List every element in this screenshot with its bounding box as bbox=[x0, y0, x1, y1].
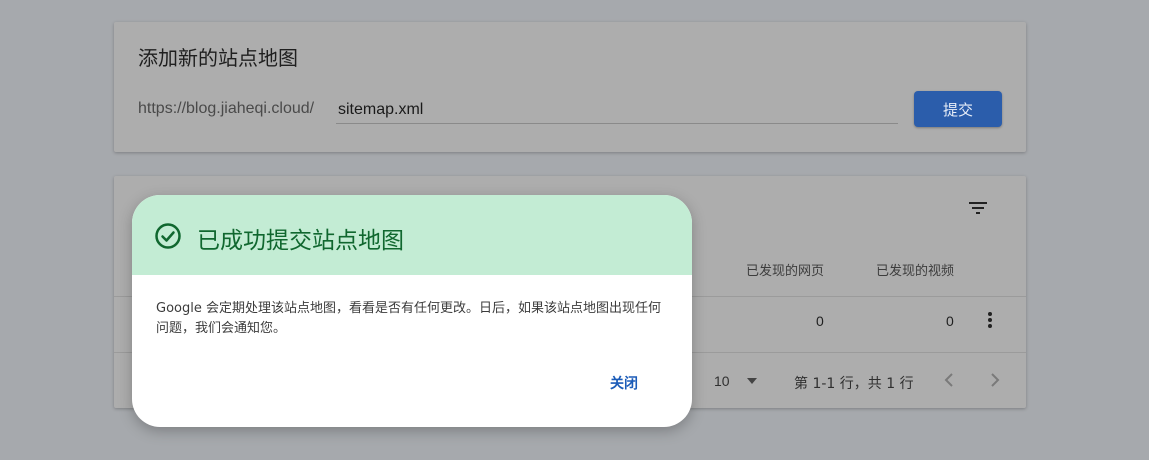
more-vert-icon[interactable] bbox=[980, 308, 1000, 332]
add-sitemap-title: 添加新的站点地图 bbox=[138, 48, 298, 70]
add-sitemap-card: 添加新的站点地图 https://blog.jiaheqi.cloud/ 提交 bbox=[114, 22, 1026, 152]
dropdown-arrow-icon[interactable] bbox=[746, 376, 758, 386]
column-header-videos[interactable]: 已发现的视频 bbox=[876, 260, 954, 279]
check-circle-icon bbox=[155, 223, 181, 249]
column-header-pages[interactable]: 已发现的网页 bbox=[746, 260, 824, 279]
cell-videos: 0 bbox=[946, 313, 954, 329]
dialog-message: Google 会定期处理该站点地图，看看是否有任何更改。日后，如果该站点地图出现… bbox=[156, 301, 661, 336]
success-dialog: 已成功提交站点地图 Google 会定期处理该站点地图，看看是否有任何更改。日后… bbox=[132, 195, 692, 427]
chevron-left-icon[interactable] bbox=[940, 370, 960, 390]
dialog-title: 已成功提交站点地图 bbox=[197, 228, 404, 254]
filter-icon[interactable] bbox=[966, 196, 990, 220]
sitemap-url-input[interactable] bbox=[336, 96, 898, 123]
cell-pages: 0 bbox=[816, 313, 824, 329]
rows-per-page-select[interactable]: 10 bbox=[714, 373, 730, 389]
submit-button[interactable]: 提交 bbox=[914, 91, 1002, 127]
dialog-header: 已成功提交站点地图 bbox=[132, 195, 692, 275]
sitemap-url-prefix: https://blog.jiaheqi.cloud/ bbox=[138, 100, 315, 117]
chevron-right-icon[interactable] bbox=[984, 370, 1004, 390]
sitemap-url-field[interactable] bbox=[336, 96, 898, 124]
close-button[interactable]: 关闭 bbox=[610, 373, 638, 393]
pagination-range: 第 1-1 行，共 1 行 bbox=[794, 376, 914, 392]
